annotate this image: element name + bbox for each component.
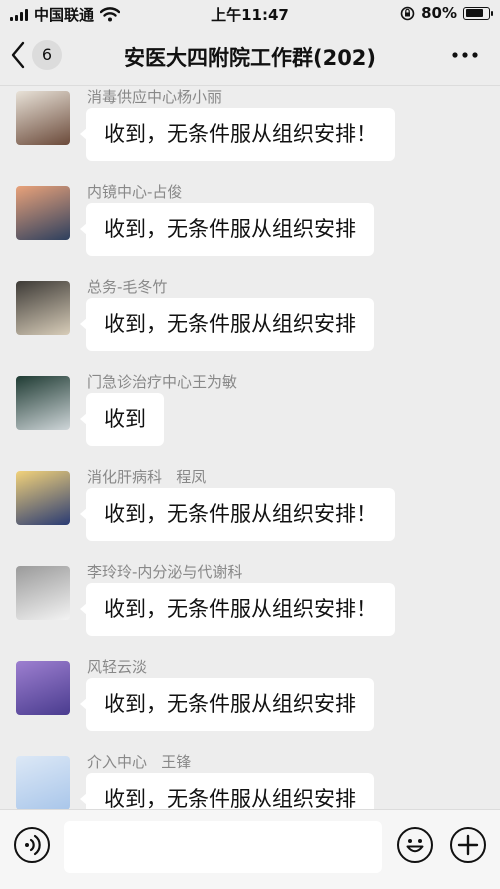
nav-bar: 6 安医大四附院工作群(202)	[0, 26, 500, 86]
unread-count-badge: 6	[32, 40, 62, 70]
emoji-button[interactable]	[397, 827, 433, 863]
chat-title: 安医大四附院工作群(202)	[123, 46, 377, 70]
plus-icon	[457, 834, 479, 856]
sender-name: 门急诊治疗中心王为敏	[87, 373, 238, 391]
message-item: 风轻云淡收到，无条件服从组织安排	[0, 656, 500, 751]
sender-name: 总务-毛冬竹	[87, 278, 168, 296]
status-right: 80%	[400, 4, 493, 22]
message-item: 总务-毛冬竹收到，无条件服从组织安排	[0, 276, 500, 371]
message-item: 介入中心 王锋收到，无条件服从组织安排	[0, 751, 500, 809]
sender-name: 风轻云淡	[87, 658, 148, 676]
back-button[interactable]: 6	[10, 40, 62, 70]
message-bubble[interactable]: 收到，无条件服从组织安排	[80, 298, 374, 351]
message-bubble[interactable]: 收到，无条件服从组织安排！	[80, 488, 395, 541]
plus-button[interactable]	[450, 827, 486, 863]
input-bar	[0, 809, 500, 889]
emoji-icon	[406, 839, 424, 853]
message-item: 内镜中心-占俊收到，无条件服从组织安排	[0, 181, 500, 276]
avatar-sketch-girl[interactable]	[16, 566, 70, 620]
message-bubble[interactable]: 收到，无条件服从组织安排	[80, 678, 374, 731]
message-bubble[interactable]: 收到	[80, 393, 164, 446]
voice-icon	[25, 834, 41, 856]
message-item: 李玲玲-内分泌与代谢科收到，无条件服从组织安排！	[0, 561, 500, 656]
message-input[interactable]	[64, 821, 382, 873]
battery-icon	[463, 6, 493, 20]
battery-percent: 80%	[421, 4, 457, 22]
message-item: 门急诊治疗中心王为敏收到	[0, 371, 500, 466]
avatar-lavender-field[interactable]	[16, 661, 70, 715]
avatar-balloons-sky[interactable]	[16, 471, 70, 525]
sender-name: 介入中心 王锋	[87, 753, 192, 771]
message-bubble[interactable]: 收到，无条件服从组织安排	[80, 773, 374, 809]
sender-name: 消化肝病科 程凤	[87, 468, 207, 486]
orientation-lock-icon	[400, 6, 415, 20]
chevron-left-icon	[11, 41, 25, 69]
sender-name: 内镜中心-占俊	[87, 183, 183, 201]
message-bubble[interactable]: 收到，无条件服从组织安排！	[80, 583, 395, 636]
more-dots-icon	[452, 52, 478, 58]
avatar-pug-dog[interactable]	[16, 281, 70, 335]
message-item: 消毒供应中心杨小丽收到，无条件服从组织安排！	[0, 86, 500, 181]
sender-name: 消毒供应中心杨小丽	[87, 88, 223, 106]
avatar-blue-sky[interactable]	[16, 756, 70, 809]
avatar-toy-car[interactable]	[16, 376, 70, 430]
more-button[interactable]	[452, 44, 478, 63]
message-bubble[interactable]: 收到，无条件服从组织安排	[80, 203, 374, 256]
status-bar: 中国联通 上午11:47 80%	[0, 0, 500, 26]
message-item: 消化肝病科 程凤收到，无条件服从组织安排！	[0, 466, 500, 561]
voice-button[interactable]	[14, 827, 50, 863]
sender-name: 李玲玲-内分泌与代谢科	[87, 563, 243, 581]
message-bubble[interactable]: 收到，无条件服从组织安排！	[80, 108, 395, 161]
avatar-cartoon-pig[interactable]	[16, 186, 70, 240]
message-list[interactable]: 消毒供应中心杨小丽 收到，无条件服从组织安排！ 内镜中心-占俊 收到，无条件服从组织安…	[0, 86, 500, 809]
avatar-person-photo[interactable]	[16, 91, 70, 145]
